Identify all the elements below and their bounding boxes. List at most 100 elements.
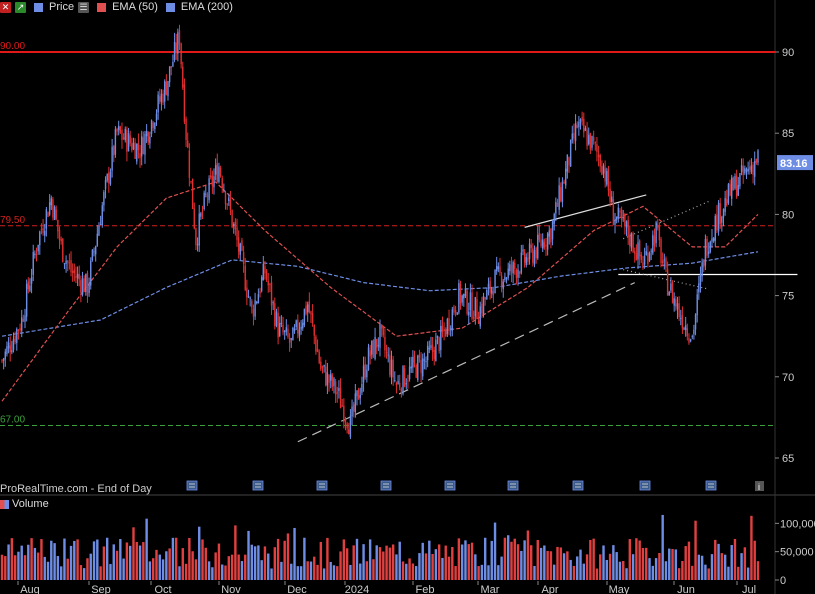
marker-box xyxy=(444,480,456,491)
volume-bar xyxy=(316,564,319,580)
volume-bar xyxy=(230,554,234,580)
candle-body xyxy=(249,297,251,299)
candle-body xyxy=(144,133,146,155)
candle-body xyxy=(675,299,677,307)
close-icon[interactable]: ✕ xyxy=(0,1,11,13)
volume-bar xyxy=(730,545,733,580)
candle-body xyxy=(630,233,633,248)
price-chart[interactable]: 90.00 79.50 67.00 i 65 70 75 80 85 90 83.16 0 50,0… xyxy=(0,0,815,594)
candle-body xyxy=(57,219,59,232)
candle-body xyxy=(486,290,488,300)
volume-bar xyxy=(599,554,602,580)
candle-body xyxy=(673,298,675,306)
candle-body xyxy=(428,348,431,350)
candle-body xyxy=(44,230,46,236)
candle-body xyxy=(701,262,703,277)
candle-body xyxy=(640,254,643,260)
candle-body xyxy=(453,306,455,313)
volume-bar xyxy=(66,558,69,580)
volume-bar xyxy=(155,549,158,580)
volume-bar xyxy=(178,566,181,580)
candle-body xyxy=(177,32,179,54)
volume-bar xyxy=(526,530,530,580)
candle-body xyxy=(338,387,340,392)
candle-body xyxy=(259,291,261,294)
candle-body xyxy=(433,349,435,360)
candle-body xyxy=(634,251,636,254)
volume-bar xyxy=(444,545,447,580)
volume-bar xyxy=(457,538,461,580)
candle-body xyxy=(88,283,90,294)
volume-bar xyxy=(612,545,615,580)
candle-body xyxy=(510,264,513,273)
candle-body xyxy=(267,280,269,286)
event-marker-icon xyxy=(572,480,584,491)
volume-bar xyxy=(447,556,451,580)
candle-body xyxy=(1,360,3,362)
volume-bar xyxy=(336,566,339,580)
candle-body xyxy=(98,226,100,236)
volume-bar xyxy=(424,553,428,580)
candle-body xyxy=(676,303,679,310)
volume-bar xyxy=(648,558,651,580)
y-tick-label: 90 xyxy=(782,47,794,59)
candle-body xyxy=(737,185,739,196)
candle-body xyxy=(50,198,53,206)
candle-body xyxy=(188,150,191,178)
candle-body xyxy=(208,178,210,201)
candle-body xyxy=(379,324,381,348)
volume-bar xyxy=(313,556,316,580)
candle-body xyxy=(469,292,472,311)
candle-body xyxy=(366,369,368,378)
candle-body xyxy=(749,166,751,170)
candle-body xyxy=(242,252,245,264)
candle-body xyxy=(747,168,749,172)
volume-bar xyxy=(105,537,109,580)
candle-body xyxy=(620,209,623,220)
volume-bar xyxy=(128,545,132,580)
candle-body xyxy=(742,166,744,175)
volume-bar xyxy=(299,566,303,580)
candle-body xyxy=(560,187,562,201)
volume-bar xyxy=(276,538,280,580)
settings-icon[interactable]: ☰ xyxy=(78,1,90,13)
candle-body xyxy=(722,208,725,218)
volume-bar xyxy=(349,564,352,580)
candle-body xyxy=(262,264,265,281)
candle-body xyxy=(594,142,596,144)
volume-bar xyxy=(428,540,431,580)
candle-body xyxy=(589,133,592,150)
volume-bar xyxy=(477,566,480,580)
candle-body xyxy=(571,133,573,141)
x-tick-label: Mar xyxy=(481,584,500,594)
trend-up-icon[interactable]: ↗ xyxy=(15,1,26,13)
volume-bar xyxy=(585,554,589,580)
candle-body xyxy=(417,355,419,381)
candle-body xyxy=(681,314,684,329)
candle-body xyxy=(206,195,209,198)
last-price-label: 83.16 xyxy=(780,158,808,170)
volume-bar xyxy=(756,561,760,580)
candle-body xyxy=(22,319,25,322)
volume-bar xyxy=(345,548,349,580)
candle-body xyxy=(438,337,440,352)
volume-bar xyxy=(191,551,194,580)
volume-bar xyxy=(467,544,470,580)
candle-body xyxy=(244,265,246,290)
candle-body xyxy=(167,81,169,97)
candle-body xyxy=(648,253,651,262)
candle-body xyxy=(134,142,136,159)
candle-body xyxy=(538,233,541,240)
x-tick-label: Jul xyxy=(742,584,756,594)
y-tick-label: 65 xyxy=(782,453,794,465)
candle-body xyxy=(55,209,57,220)
volume-bar xyxy=(487,565,490,580)
candle-body xyxy=(380,324,383,329)
candle-body xyxy=(566,154,569,172)
candle-body xyxy=(109,171,112,185)
candle-body xyxy=(545,244,547,247)
candle-body xyxy=(96,233,99,246)
candle-body xyxy=(226,203,228,205)
volume-bar xyxy=(188,538,191,580)
candle-body xyxy=(647,252,649,264)
